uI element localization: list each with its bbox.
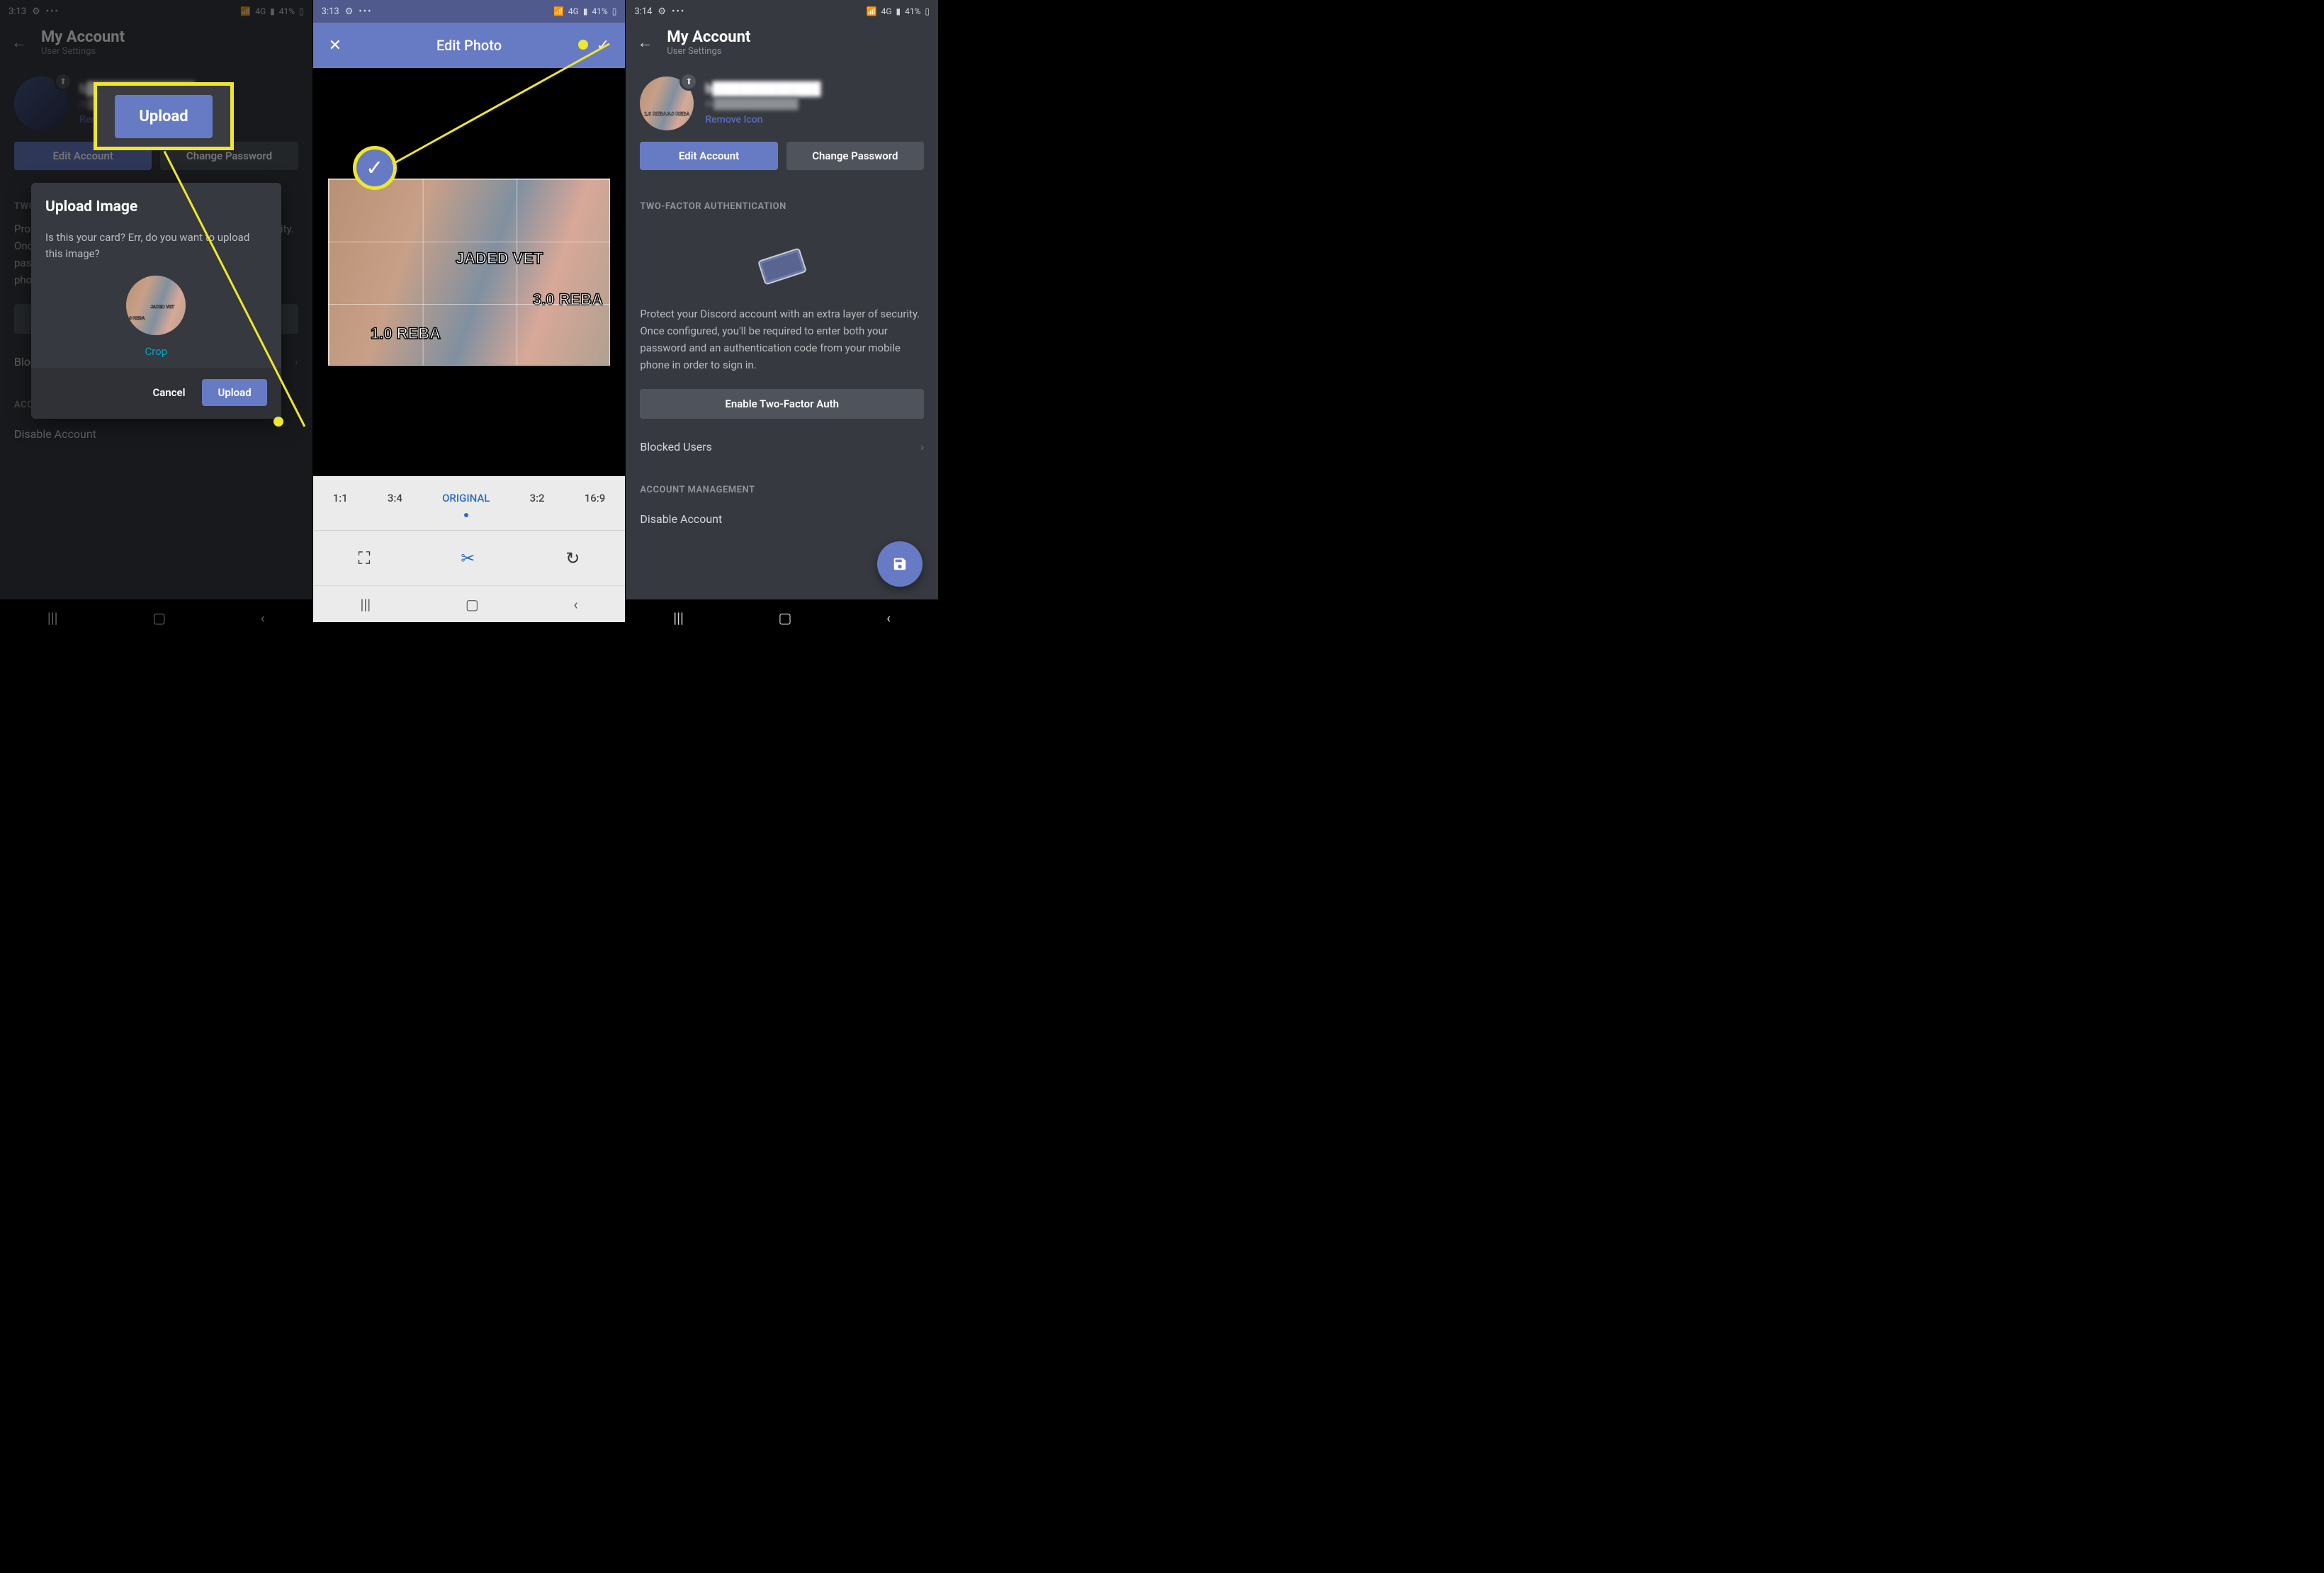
crop-image[interactable]: 1.0 REBA JADED VET 3.0 REBA (328, 179, 610, 366)
wifi-icon: 📶 (553, 6, 564, 16)
clock: 3:14 (634, 6, 652, 17)
profile-row: 1.0 REBA 3.0 REBA ⬆ b████████████ m█████… (626, 65, 938, 133)
more-dots-icon: ••• (359, 6, 372, 17)
android-navbar: ||| ▢ ‹ (313, 585, 626, 622)
screen-3-my-account: 3:14 ⚙ ••• 📶 4G ▮ 41% ▯ ← My Account Use… (626, 0, 938, 636)
ratio-3-4[interactable]: 3:4 (388, 492, 402, 504)
battery-pct: 41% (592, 6, 607, 16)
clock: 3:13 (322, 6, 339, 17)
page-header: ← My Account User Settings (626, 23, 938, 65)
back-arrow-icon[interactable]: ← (637, 33, 653, 52)
upload-button[interactable]: Upload (202, 379, 266, 406)
crop-tool-bar: ⛶ ✂ ↻ (313, 530, 626, 585)
crop-grid-overlay (328, 179, 610, 366)
crop-link[interactable]: Crop (145, 345, 167, 358)
status-bar: 3:14 ⚙ ••• 📶 4G ▮ 41% ▯ (626, 0, 938, 23)
account-management-label: ACCOUNT MANAGEMENT (626, 466, 938, 504)
change-password-button[interactable]: Change Password (786, 142, 924, 170)
status-bar: 3:13 ⚙ ••• 📶 4G ▮ 41% ▯ (313, 0, 626, 23)
network-4g: 4G (881, 6, 892, 16)
edit-account-button[interactable]: Edit Account (640, 142, 777, 170)
ratio-16-9[interactable]: 16:9 (585, 492, 606, 504)
ratio-3-2[interactable]: 3:2 (530, 492, 545, 504)
tfa-info-text: Protect your Discord account with an ext… (626, 305, 938, 389)
battery-icon: ▯ (925, 6, 930, 16)
page-title: My Account (667, 28, 750, 46)
modal-body-text: Is this your card? Err, do you want to u… (31, 222, 281, 276)
enable-tfa-button[interactable]: Enable Two-Factor Auth (640, 389, 924, 419)
crop-canvas[interactable]: 1.0 REBA JADED VET 3.0 REBA (313, 68, 626, 476)
signal-icon: ▮ (583, 6, 588, 16)
page-subtitle: User Settings (667, 46, 750, 57)
close-icon[interactable]: ✕ (329, 37, 342, 55)
settings-gear-icon: ⚙ (345, 6, 354, 17)
rotate-icon[interactable]: ↻ (565, 548, 580, 568)
image-preview: JADED VET 0 REBA (126, 276, 186, 335)
disable-account-item[interactable]: Disable Account (626, 504, 938, 526)
frame-icon[interactable]: ⛶ (359, 548, 371, 568)
screen-2-edit-photo: 3:13 ⚙ ••• 📶 4G ▮ 41% ▯ ✕ Edit Photo ✓ 1… (313, 0, 626, 636)
blocked-users-item[interactable]: Blocked Users › (626, 427, 938, 466)
phone-illustration (626, 220, 938, 305)
email: m████████████ (705, 98, 820, 110)
chevron-right-icon: › (920, 440, 924, 453)
username: b████████████ (705, 81, 820, 96)
remove-icon-link[interactable]: Remove Icon (705, 114, 820, 125)
save-fab[interactable] (877, 541, 923, 587)
home-icon[interactable]: ▢ (779, 609, 792, 626)
wifi-icon: 📶 (867, 6, 877, 16)
back-nav-icon[interactable]: ‹ (573, 596, 577, 613)
edit-photo-title: Edit Photo (436, 37, 502, 54)
crop-icon[interactable]: ✂ (461, 548, 475, 568)
upload-callout-highlight: Upload (94, 82, 234, 150)
recents-icon[interactable]: ||| (361, 596, 371, 613)
more-dots-icon: ••• (672, 6, 685, 17)
screen-1-my-account-dimmed: 3:13 ⚙ ••• 📶 4G ▮ 41% ▯ ← My Account Use… (0, 0, 312, 636)
upload-image-modal: Upload Image Is this your card? Err, do … (31, 183, 281, 419)
android-navbar: ||| ▢ ‹ (626, 599, 938, 636)
home-icon[interactable]: ▢ (466, 596, 479, 613)
cancel-button[interactable]: Cancel (152, 386, 185, 399)
ratio-original[interactable]: ORIGINAL (442, 492, 490, 504)
ratio-1-1[interactable]: 1:1 (333, 492, 348, 504)
upload-callout-label: Upload (115, 95, 212, 138)
check-annotation-circle: ✓ (353, 146, 397, 190)
active-ratio-dot-icon (464, 513, 468, 517)
annotation-dot (273, 417, 283, 427)
signal-icon: ▮ (896, 6, 901, 16)
modal-title: Upload Image (31, 183, 281, 222)
tfa-section-label: TWO-FACTOR AUTHENTICATION (626, 183, 938, 220)
network-4g: 4G (568, 6, 579, 16)
aspect-ratio-bar: 1:1 3:4 ORIGINAL 3:2 16:9 (313, 476, 626, 530)
back-nav-icon[interactable]: ‹ (886, 609, 891, 626)
recents-icon[interactable]: ||| (673, 609, 684, 626)
annotation-dot-2 (578, 40, 588, 50)
battery-icon: ▯ (612, 6, 617, 16)
upload-badge-icon[interactable]: ⬆ (679, 72, 698, 91)
battery-pct: 41% (905, 6, 920, 16)
settings-gear-icon: ⚙ (658, 6, 666, 17)
